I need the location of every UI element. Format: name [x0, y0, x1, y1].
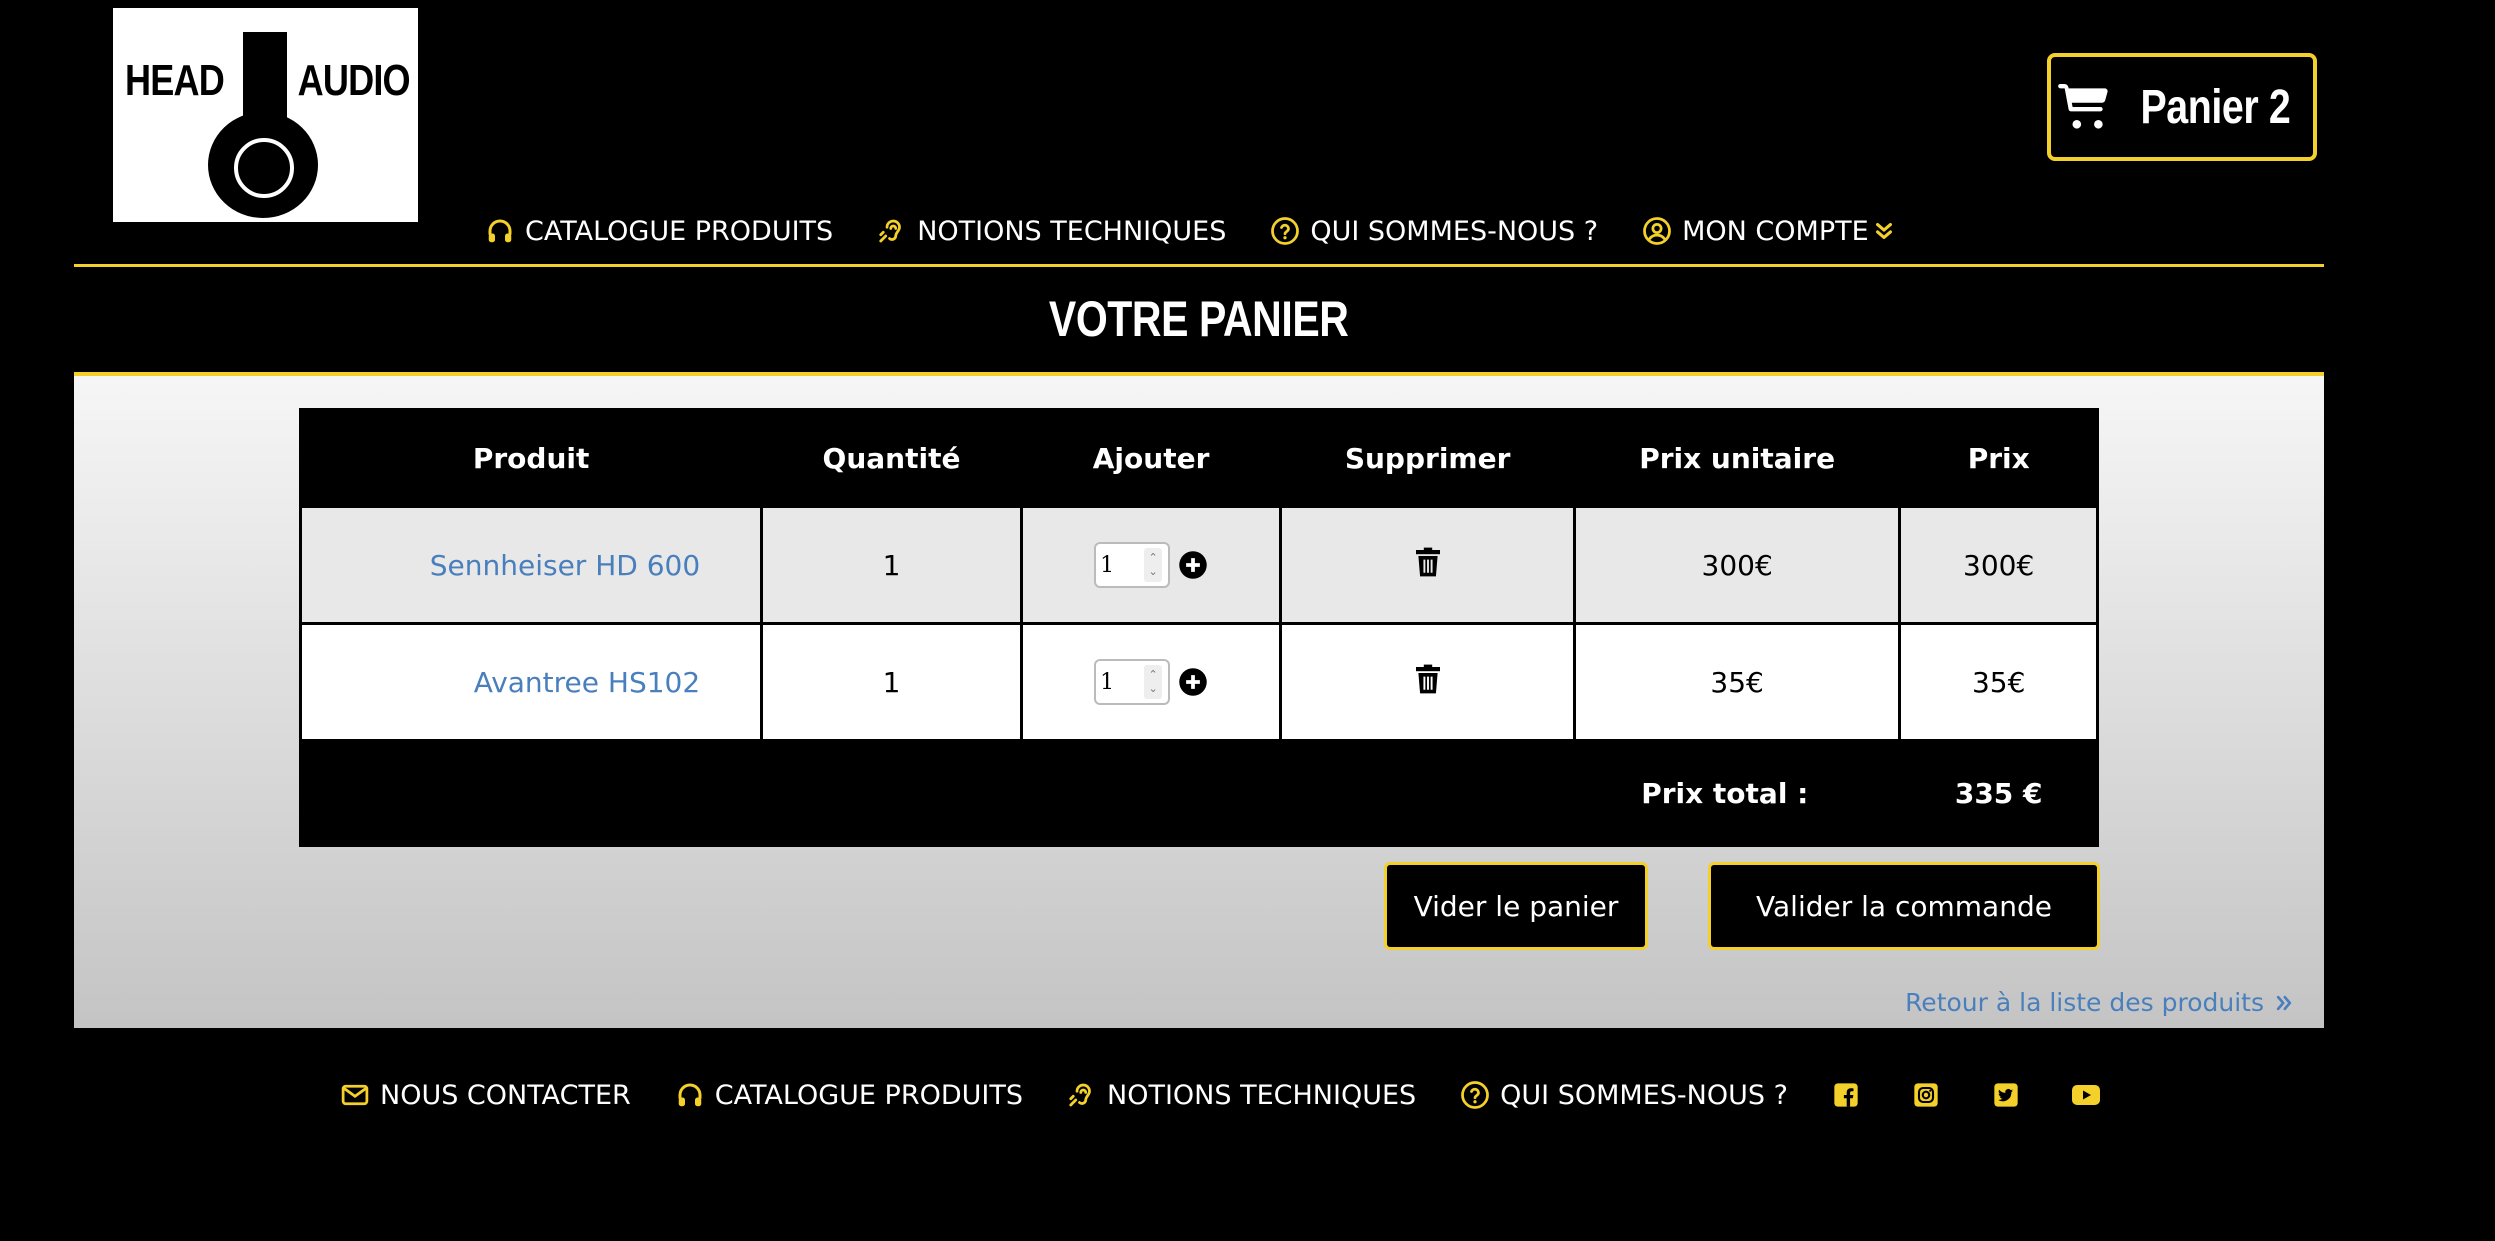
- validate-order-button[interactable]: Valider la commande: [1708, 862, 2100, 950]
- column-header-product: Produit: [298, 408, 764, 508]
- question-circle-icon: [1460, 1080, 1490, 1110]
- quantity-cell: 1: [760, 622, 1023, 742]
- nav-item-label: CATALOGUE PRODUITS: [525, 215, 834, 247]
- logo-word-audio: AUDIO: [297, 56, 411, 105]
- back-link-label: Retour à la liste des produits: [1905, 988, 2264, 1017]
- add-controls: 1 ⌃ ⌄: [1094, 659, 1208, 705]
- footer-item-label: NOUS CONTACTER: [380, 1079, 631, 1111]
- trash-icon[interactable]: [1415, 664, 1440, 694]
- quantity-stepper-value: 1: [1100, 669, 1115, 695]
- table-row: Avantree HS102 1 1 ⌃ ⌄ 35€ 35€: [298, 622, 2099, 742]
- header-divider: [74, 264, 2324, 267]
- page-title-text: VOTRE PANIER: [1049, 291, 1349, 347]
- back-to-products-link[interactable]: Retour à la liste des produits: [1905, 988, 2294, 1017]
- logo-headphone-ring: [234, 138, 294, 198]
- nav-item-label: QUI SOMMES-NOUS ?: [1310, 215, 1599, 247]
- table-header-row: Produit Quantité Ajouter Supprimer Prix …: [298, 408, 2099, 508]
- nav-item-label: NOTIONS TECHNIQUES: [917, 215, 1227, 247]
- ear-icon: [877, 216, 907, 246]
- total-row: Prix total : 335 €: [299, 739, 2099, 847]
- cart-button-label: Panier 2: [2140, 80, 2290, 134]
- delete-cell: [1279, 622, 1576, 742]
- cart-button[interactable]: Panier 2: [2047, 53, 2317, 161]
- plus-circle-icon[interactable]: [1178, 550, 1208, 580]
- column-header-add: Ajouter: [1019, 408, 1283, 508]
- footer-item-notions[interactable]: NOTIONS TECHNIQUES: [1067, 1080, 1416, 1111]
- table-row: Sennheiser HD 600 1 1 ⌃ ⌄ 300€ 300€: [298, 505, 2099, 625]
- headphones-icon: [675, 1080, 705, 1110]
- nav-item-about[interactable]: QUI SOMMES-NOUS ?: [1270, 216, 1598, 247]
- youtube-icon[interactable]: [2071, 1081, 2100, 1109]
- empty-cart-button[interactable]: Vider le panier: [1384, 862, 1648, 950]
- nav-item-notions[interactable]: NOTIONS TECHNIQUES: [877, 216, 1226, 247]
- double-chevron-down-icon: [1873, 218, 1895, 244]
- quantity-cell: 1: [760, 505, 1023, 625]
- unit-price-cell: 300€: [1572, 505, 1902, 625]
- ear-icon: [1067, 1080, 1097, 1110]
- plus-circle-icon[interactable]: [1178, 667, 1208, 697]
- main-nav: CATALOGUE PRODUITS NOTIONS TECHNIQUES QU…: [485, 208, 1895, 254]
- product-link[interactable]: Sennheiser HD 600: [430, 549, 700, 582]
- social-links: [1832, 1081, 2100, 1109]
- quantity-stepper[interactable]: 1 ⌃ ⌄: [1094, 659, 1171, 705]
- product-link[interactable]: Avantree HS102: [474, 666, 701, 699]
- logo[interactable]: HEAD AUDIO: [113, 8, 418, 222]
- trash-icon[interactable]: [1415, 547, 1440, 577]
- add-cell: 1 ⌃ ⌄: [1019, 622, 1283, 742]
- envelope-icon: [340, 1080, 370, 1110]
- price-cell: 35€: [1898, 622, 2099, 742]
- nav-item-label: MON COMPTE: [1682, 215, 1869, 247]
- total-spacer: [299, 739, 1576, 847]
- price-cell: 300€: [1898, 505, 2099, 625]
- add-cell: 1 ⌃ ⌄: [1019, 505, 1283, 625]
- column-header-price: Prix: [1898, 408, 2099, 508]
- stepper-arrows-icon[interactable]: ⌃ ⌄: [1144, 548, 1163, 582]
- quantity-stepper[interactable]: 1 ⌃ ⌄: [1094, 542, 1171, 588]
- unit-price-cell: 35€: [1572, 622, 1902, 742]
- facebook-icon[interactable]: [1832, 1081, 1860, 1109]
- cart-table: Produit Quantité Ajouter Supprimer Prix …: [298, 408, 2099, 847]
- stepper-arrows-icon[interactable]: ⌃ ⌄: [1144, 665, 1163, 699]
- nav-item-catalogue[interactable]: CATALOGUE PRODUITS: [485, 216, 833, 247]
- total-value: 335 €: [1898, 739, 2099, 847]
- instagram-icon[interactable]: [1912, 1081, 1940, 1109]
- page-title: VOTRE PANIER: [0, 290, 2398, 348]
- logo-word-head: HEAD: [125, 56, 225, 105]
- product-cell: Sennheiser HD 600: [298, 505, 764, 625]
- footer-item-catalogue[interactable]: CATALOGUE PRODUITS: [675, 1080, 1023, 1111]
- quantity-stepper-value: 1: [1100, 552, 1115, 578]
- total-label: Prix total :: [1572, 739, 1902, 847]
- column-header-unit-price: Prix unitaire: [1572, 408, 1902, 508]
- footer-item-label: NOTIONS TECHNIQUES: [1107, 1079, 1417, 1111]
- footer-item-about[interactable]: QUI SOMMES-NOUS ?: [1460, 1080, 1788, 1111]
- cart-panel: Produit Quantité Ajouter Supprimer Prix …: [74, 372, 2324, 1028]
- footer-item-label: CATALOGUE PRODUITS: [714, 1079, 1023, 1111]
- footer-item-contact[interactable]: NOUS CONTACTER: [340, 1080, 631, 1111]
- double-chevron-right-icon: [2274, 993, 2294, 1013]
- footer-nav: NOUS CONTACTER CATALOGUE PRODUITS NOTION…: [340, 1070, 2100, 1120]
- nav-item-account[interactable]: MON COMPTE: [1642, 216, 1895, 247]
- question-circle-icon: [1270, 216, 1300, 246]
- delete-cell: [1279, 505, 1576, 625]
- twitter-icon[interactable]: [1992, 1081, 2020, 1109]
- user-circle-icon: [1642, 216, 1672, 246]
- product-cell: Avantree HS102: [298, 622, 764, 742]
- column-header-quantity: Quantité: [760, 408, 1023, 508]
- headphones-icon: [485, 216, 515, 246]
- cart-icon: [2057, 84, 2110, 130]
- footer-item-label: QUI SOMMES-NOUS ?: [1500, 1079, 1788, 1111]
- column-header-delete: Supprimer: [1279, 408, 1576, 508]
- add-controls: 1 ⌃ ⌄: [1094, 542, 1208, 588]
